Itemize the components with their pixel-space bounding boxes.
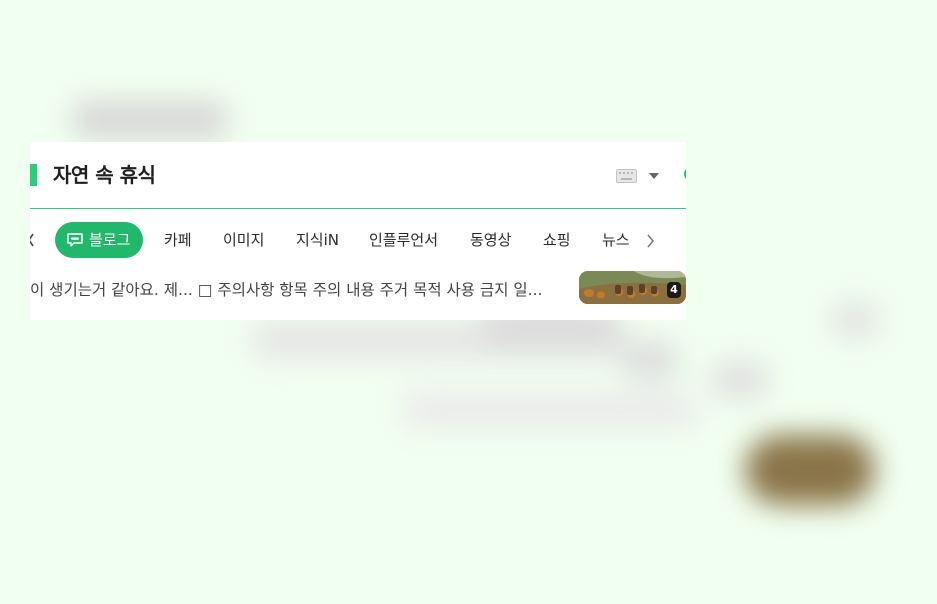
search-accent-bar: [30, 164, 37, 186]
tab-knowledge-in[interactable]: 지식iN: [296, 222, 339, 258]
tab-influencer[interactable]: 인플루언서: [369, 222, 438, 258]
search-button[interactable]: [684, 167, 686, 181]
search-input[interactable]: 자연 속 휴식: [53, 159, 156, 188]
tab-video[interactable]: 동영상: [470, 222, 511, 258]
keyboard-icon[interactable]: [616, 169, 637, 183]
image-count-badge: 4: [667, 282, 681, 298]
tab-label: 블로그: [89, 231, 131, 249]
tab-shopping[interactable]: 쇼핑: [543, 222, 571, 258]
chevron-right-icon[interactable]: [645, 233, 655, 249]
category-tabs: 블로그 카페 이미지 지식iN 인플루언서 동영상 쇼핑 뉴스: [30, 222, 686, 260]
blog-bubble-icon: [67, 233, 83, 247]
result-thumbnail[interactable]: 4: [579, 271, 686, 304]
result-snippet[interactable]: 이 생기는거 같아요. 제... □ 주의사항 항목 주의 내용 주거 목적 사…: [30, 278, 570, 300]
search-result-card: 자연 속 휴식 블로그 카페 이미지 지식iN 인플루언서 동영상 쇼핑 뉴스 …: [30, 142, 686, 320]
dropdown-arrow-icon[interactable]: [649, 173, 659, 179]
tab-news[interactable]: 뉴스: [602, 222, 630, 258]
tab-image[interactable]: 이미지: [223, 222, 264, 258]
chevron-left-icon[interactable]: [30, 231, 36, 249]
search-bar: 자연 속 휴식: [30, 142, 686, 209]
tab-cafe[interactable]: 카페: [164, 222, 192, 258]
tab-blog[interactable]: 블로그: [55, 222, 144, 258]
